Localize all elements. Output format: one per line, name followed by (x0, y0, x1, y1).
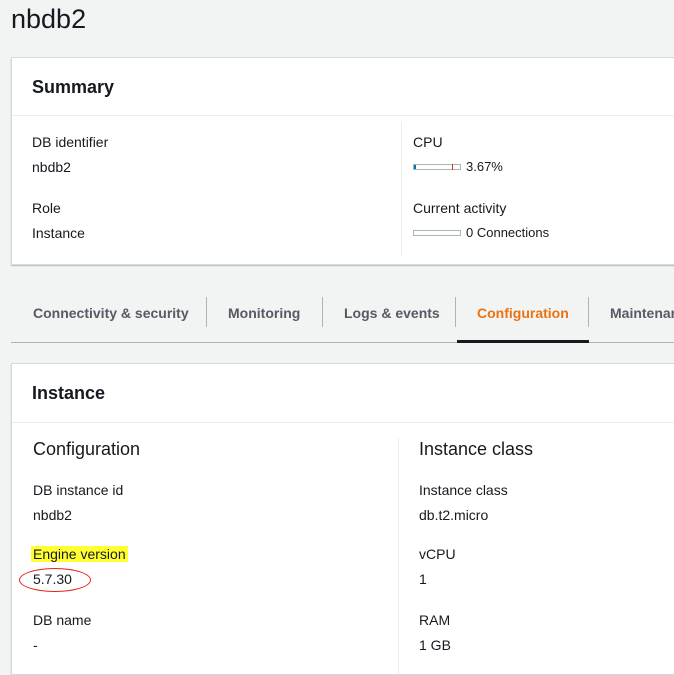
ram-label: RAM (419, 612, 451, 628)
engine-version-annotation-circle (19, 568, 91, 592)
instance-class-label: Instance class (419, 482, 508, 498)
instance-column-divider (398, 438, 399, 674)
summary-column-divider (401, 122, 402, 256)
tab-separator (455, 297, 456, 327)
tab-monitoring[interactable]: Monitoring (228, 286, 300, 342)
db-instance-id-label: DB instance id (33, 482, 124, 498)
summary-header: Summary (12, 58, 674, 116)
instance-class-section-title: Instance class (419, 439, 534, 459)
activity-meter (413, 230, 461, 236)
engine-version-highlight: Engine version (31, 546, 128, 562)
instance-panel: Instance Configuration DB instance id nb… (11, 363, 674, 675)
tab-maintenance[interactable]: Maintenar (610, 286, 674, 342)
db-name-value: - (33, 637, 38, 653)
page-title: nbdb2 (11, 4, 87, 34)
tab-connectivity-security[interactable]: Connectivity & security (33, 286, 189, 342)
tab-separator (588, 297, 589, 327)
cpu-meter-fill (414, 165, 416, 169)
engine-version-label: Engine version (31, 546, 128, 562)
cpu-label: CPU (413, 134, 443, 150)
tab-separator (206, 297, 207, 327)
db-identifier-label: DB identifier (32, 134, 109, 150)
role-label: Role (32, 200, 61, 216)
ram-value: 1 GB (419, 637, 451, 653)
role-value: Instance (32, 225, 85, 241)
vcpu-label: vCPU (419, 546, 456, 562)
current-activity-value: 0 Connections (466, 225, 550, 240)
tab-logs-events[interactable]: Logs & events (344, 286, 440, 342)
instance-header: Instance (12, 364, 674, 423)
vcpu-value: 1 (419, 571, 427, 587)
cpu-meter-threshold (452, 164, 453, 170)
instance-class-value: db.t2.micro (419, 507, 489, 523)
tab-configuration[interactable]: Configuration (457, 286, 589, 343)
detail-tabs: Connectivity & security Monitoring Logs … (11, 286, 674, 343)
cpu-meter (413, 164, 461, 170)
cpu-value: 3.67% (466, 159, 503, 174)
db-name-label: DB name (33, 612, 92, 628)
summary-panel: Summary DB identifier nbdb2 Role Instanc… (11, 57, 674, 265)
current-activity-label: Current activity (413, 200, 507, 216)
instance-title: Instance (32, 383, 106, 403)
db-identifier-value: nbdb2 (32, 159, 71, 175)
configuration-section-title: Configuration (33, 439, 141, 459)
summary-title: Summary (32, 77, 115, 97)
tab-separator (322, 297, 323, 327)
db-instance-id-value: nbdb2 (33, 507, 72, 523)
